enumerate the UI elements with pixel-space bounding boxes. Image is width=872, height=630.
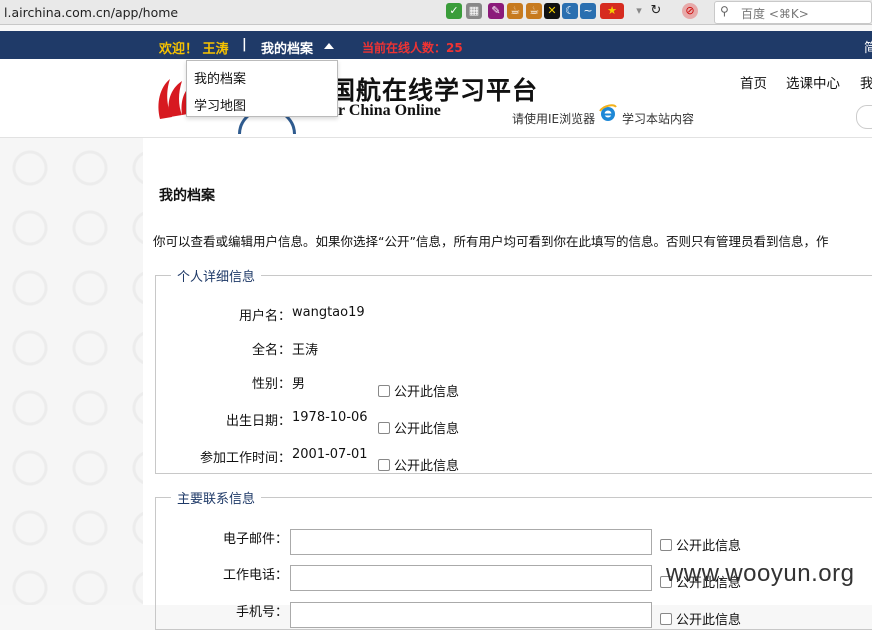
work-start-public-label: 公开此信息 [394, 459, 460, 474]
birthdate-label: 出生日期： [225, 414, 291, 429]
work-phone-label: 工作电话： [222, 568, 288, 583]
jquery-icon[interactable]: ~ [580, 3, 596, 19]
site-header: 国航在线学习平台 Air China Online 请使用IE浏览器 学习本站内… [0, 59, 872, 138]
caret-up-icon[interactable] [324, 43, 334, 49]
x-icon[interactable]: ✕ [544, 3, 560, 19]
email-label: 电子邮件： [222, 532, 288, 547]
birthdate-public-option[interactable]: 公开此信息 [378, 418, 459, 437]
fullname-label: 全名： [251, 343, 291, 358]
java-icon-2[interactable]: ☕ [526, 3, 542, 19]
gender-value: 男 [292, 377, 306, 392]
mobile-public-option[interactable]: 公开此信息 [660, 609, 741, 628]
brand-title-en: Air China Online [322, 102, 441, 119]
ie-browser-icon [599, 104, 617, 121]
email-public-checkbox[interactable] [660, 539, 672, 551]
contact-info-legend: 主要联系信息 [177, 492, 256, 507]
chevron-down-icon[interactable]: ▾ [631, 3, 647, 19]
china-flag-icon[interactable]: ★ [600, 3, 624, 19]
nav-my[interactable]: 我 [860, 72, 872, 92]
ie-notice-suffix: 学习本站内容 [622, 112, 695, 126]
mobile-field[interactable] [290, 602, 652, 628]
nav-home[interactable]: 首页 [740, 72, 767, 92]
personal-details-section: 个人详细信息 用户名： wangtao19 全名： 王涛 性别： 男 公开此信息… [155, 266, 872, 474]
birthdate-public-checkbox[interactable] [378, 422, 390, 434]
search-icon: ⚲ [720, 4, 729, 18]
reload-icon[interactable]: ↻ [648, 3, 664, 19]
birthdate-value: 1978-10-06 [292, 410, 368, 425]
shield-icon[interactable]: ✓ [446, 3, 462, 19]
browser-search-field[interactable]: ⚲ 百度 <⌘K> [714, 1, 872, 24]
work-phone-field[interactable] [290, 565, 652, 591]
topbar-separator: | [242, 37, 247, 52]
page-title: 我的档案 [159, 188, 215, 204]
welcome-user: 欢迎！ 王涛 [159, 42, 229, 57]
mobile-label: 手机号： [235, 605, 288, 620]
java-icon[interactable]: ☕ [507, 3, 523, 19]
work-start-label: 参加工作时间： [199, 451, 291, 466]
dropdown-item-learning-map[interactable]: 学习地图 [194, 95, 246, 114]
birthdate-public-label: 公开此信息 [394, 422, 460, 437]
my-archive-menu[interactable]: 我的档案 [261, 38, 313, 57]
archive-dropdown-menu: 我的档案 学习地图 [186, 60, 338, 117]
moon-icon[interactable]: ☾ [562, 3, 578, 19]
topbar-right-link[interactable]: 简 [864, 37, 872, 56]
gender-public-option[interactable]: 公开此信息 [378, 381, 459, 400]
online-count: 当前在线人数：25 [362, 41, 463, 55]
qr-icon[interactable]: ▦ [466, 3, 482, 19]
gender-public-checkbox[interactable] [378, 385, 390, 397]
username-label: 用户名： [238, 309, 291, 324]
site-topbar: 欢迎！ 王涛 | 我的档案 当前在线人数：25 简 [0, 31, 872, 59]
watermark: www.wooyun.org [666, 560, 855, 587]
ie-notice-prefix: 请使用IE浏览器 [512, 112, 596, 126]
personal-details-legend: 个人详细信息 [177, 270, 256, 285]
work-start-value: 2001-07-01 [292, 447, 368, 462]
header-search-input[interactable] [856, 105, 872, 129]
block-icon[interactable]: ⊘ [682, 3, 698, 19]
mobile-public-checkbox[interactable] [660, 613, 672, 625]
address-bar[interactable]: l.airchina.com.cn/app/home [4, 5, 178, 20]
work-start-public-option[interactable]: 公开此信息 [378, 455, 459, 474]
contact-info-section: 主要联系信息 电子邮件： 公开此信息 工作电话： 公开此信息 手机号： 公开此信… [155, 488, 872, 630]
username-value: wangtao19 [292, 305, 365, 320]
main-content: 我的档案 你可以查看或编辑用户信息。如果你选择“公开”信息，所有用户均可看到你在… [143, 138, 872, 630]
background-pattern [0, 138, 143, 605]
email-public-option[interactable]: 公开此信息 [660, 535, 741, 554]
email-field[interactable] [290, 529, 652, 555]
feather-icon[interactable]: ✎ [488, 3, 504, 19]
fullname-value: 王涛 [292, 343, 319, 358]
work-start-public-checkbox[interactable] [378, 459, 390, 471]
dropdown-item-my-archive[interactable]: 我的档案 [194, 68, 246, 87]
search-placeholder: 百度 <⌘K> [741, 7, 809, 21]
email-public-label: 公开此信息 [676, 539, 742, 554]
gender-public-label: 公开此信息 [394, 385, 460, 400]
nav-course-center[interactable]: 选课中心 [786, 72, 840, 92]
gender-label: 性别： [251, 377, 291, 392]
browser-toolbar: l.airchina.com.cn/app/home ✓ ▦ ✎ ☕ ☕ ✕ ☾… [0, 0, 872, 25]
intro-text: 你可以查看或编辑用户信息。如果你选择“公开”信息，所有用户均可看到你在此填写的信… [153, 234, 829, 249]
mobile-public-label: 公开此信息 [676, 613, 742, 628]
